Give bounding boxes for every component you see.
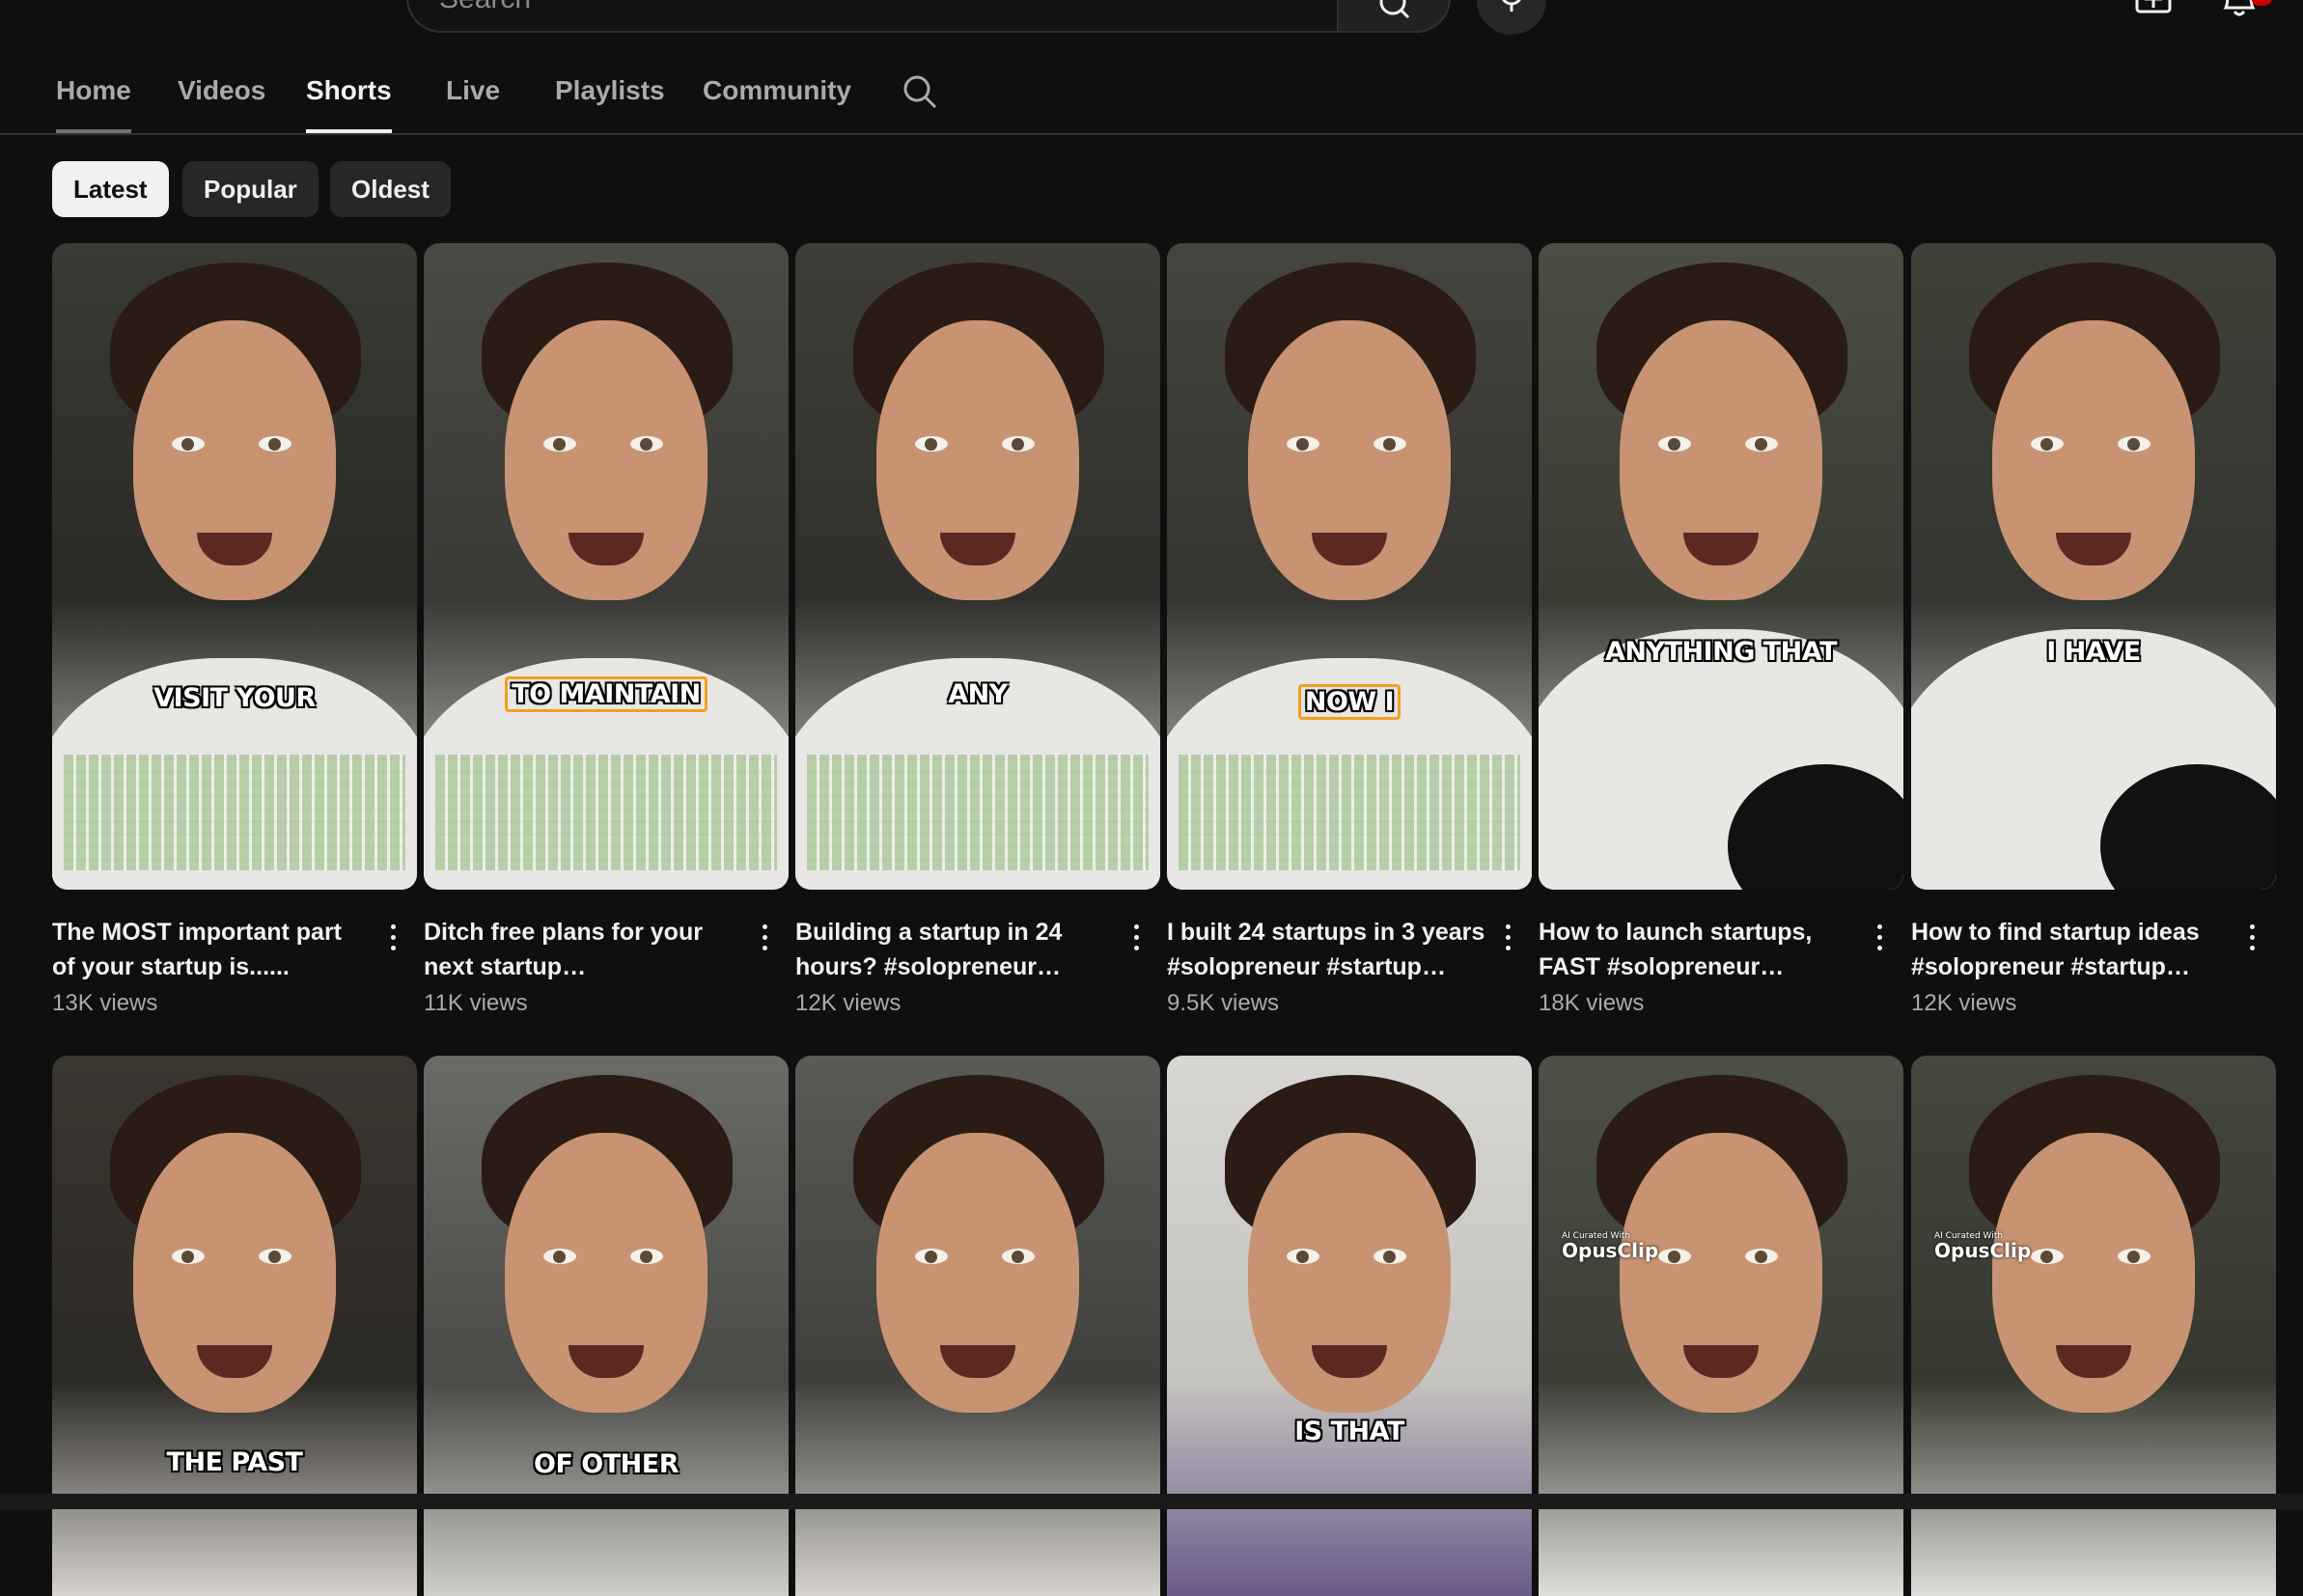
- horizontal-scrollbar[interactable]: [0, 1494, 2303, 1509]
- short-thumbnail[interactable]: THE PAST: [52, 1056, 417, 1596]
- thumbnail-caption: VISIT YOUR: [153, 683, 316, 713]
- more-options-icon[interactable]: [750, 919, 779, 957]
- thumbnail-caption: THE PAST: [166, 1447, 303, 1477]
- view-count: 13K views: [52, 990, 158, 1016]
- short-thumbnail[interactable]: AI Curated With OpusClip: [1911, 1056, 2276, 1596]
- chip-popular[interactable]: Popular: [182, 161, 319, 217]
- short-thumbnail[interactable]: I HAVE: [1911, 243, 2276, 890]
- more-options-icon[interactable]: [1865, 919, 1894, 957]
- short-thumbnail[interactable]: AI Curated With OpusClip: [1539, 1056, 1903, 1596]
- view-count: 9.5K views: [1167, 990, 1280, 1016]
- masthead: [0, 0, 2303, 39]
- channel-tabs: Home Videos Shorts Live Playlists Commun…: [0, 60, 2303, 135]
- tab-shorts[interactable]: Shorts: [306, 60, 392, 133]
- thumbnail-caption: OF OTHER: [534, 1449, 680, 1479]
- opusclip-watermark: AI Curated With OpusClip: [1562, 1231, 1659, 1262]
- voice-search-button[interactable]: [1477, 0, 1546, 35]
- short-title[interactable]: The MOST important part of your startup …: [52, 915, 371, 984]
- view-count: 12K views: [795, 990, 902, 1016]
- short-thumbnail[interactable]: NOW I: [1167, 243, 1532, 890]
- short-title[interactable]: How to launch startups, FAST #solopreneu…: [1539, 915, 1857, 984]
- search-icon: [1379, 0, 1410, 19]
- view-count: 18K views: [1539, 990, 1645, 1016]
- search-icon[interactable]: [902, 73, 940, 112]
- search-input[interactable]: [437, 0, 1290, 33]
- short-title[interactable]: Ditch free plans for your next startup #…: [424, 915, 742, 984]
- view-count: 11K views: [424, 990, 528, 1016]
- thumbnail-caption: ANYTHING THAT: [1605, 637, 1838, 667]
- chip-oldest[interactable]: Oldest: [330, 161, 451, 217]
- tab-videos[interactable]: Videos: [178, 60, 265, 131]
- chip-latest[interactable]: Latest: [52, 161, 169, 217]
- tab-playlists[interactable]: Playlists: [555, 60, 665, 131]
- short-thumbnail[interactable]: ANY: [795, 243, 1160, 890]
- tab-community[interactable]: Community: [703, 60, 851, 131]
- more-options-icon[interactable]: [2237, 919, 2266, 957]
- short-title[interactable]: Building a startup in 24 hours? #solopre…: [795, 915, 1114, 984]
- short-thumbnail[interactable]: TO MAINTAIN: [424, 243, 789, 890]
- short-thumbnail[interactable]: VISIT YOUR: [52, 243, 417, 890]
- thumbnail-caption: NOW I: [1167, 684, 1532, 720]
- short-thumbnail[interactable]: [795, 1056, 1160, 1596]
- create-icon[interactable]: [2135, 0, 2174, 19]
- view-count: 12K views: [1911, 990, 2017, 1016]
- search-box[interactable]: [406, 0, 1337, 33]
- more-options-icon[interactable]: [378, 919, 407, 957]
- mic-icon: [1502, 0, 1521, 12]
- thumbnail-caption: IS THAT: [1294, 1417, 1404, 1446]
- short-thumbnail[interactable]: ANYTHING THAT: [1539, 243, 1903, 890]
- search-button[interactable]: [1337, 0, 1451, 33]
- tab-live[interactable]: Live: [446, 60, 500, 131]
- thumbnail-caption: ANY: [948, 679, 1008, 709]
- short-title[interactable]: How to find startup ideas #solopreneur #…: [1911, 915, 2230, 984]
- more-options-icon[interactable]: [1493, 919, 1522, 957]
- more-options-icon[interactable]: [1122, 919, 1151, 957]
- short-thumbnail[interactable]: OF OTHER: [424, 1056, 789, 1596]
- tab-home[interactable]: Home: [56, 60, 131, 133]
- thumbnail-caption: TO MAINTAIN: [424, 676, 789, 712]
- opusclip-watermark: AI Curated With OpusClip: [1934, 1231, 2032, 1262]
- thumbnail-caption: I HAVE: [2046, 637, 2141, 667]
- short-title[interactable]: I built 24 startups in 3 years #solopren…: [1167, 915, 1485, 984]
- short-thumbnail[interactable]: IS THAT: [1167, 1056, 1532, 1596]
